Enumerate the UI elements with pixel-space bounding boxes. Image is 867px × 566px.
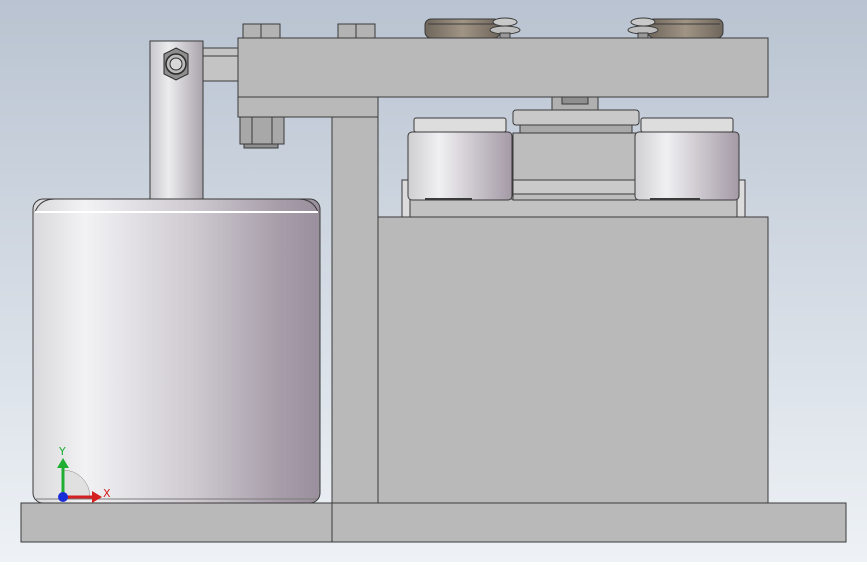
y-axis-label: Y bbox=[58, 445, 66, 458]
washer-left[interactable] bbox=[424, 18, 501, 39]
top-plate[interactable] bbox=[237, 37, 769, 98]
clamp-plate[interactable] bbox=[512, 109, 640, 126]
washer-right[interactable] bbox=[647, 18, 724, 39]
right-roller[interactable] bbox=[634, 117, 740, 201]
roller-base-strip bbox=[409, 198, 738, 218]
z-axis-dot bbox=[58, 492, 68, 502]
bracket-lower-arm[interactable] bbox=[237, 96, 379, 118]
large-cylinder[interactable] bbox=[32, 198, 321, 504]
left-roller[interactable] bbox=[407, 117, 513, 201]
center-nut bbox=[561, 96, 589, 105]
clamp-plate-lower bbox=[519, 124, 633, 134]
x-axis-label: X bbox=[103, 487, 111, 500]
post-clamp-arm[interactable] bbox=[202, 47, 239, 82]
lower-hex-nut[interactable] bbox=[239, 116, 285, 149]
cad-viewport[interactable]: Y X bbox=[0, 0, 867, 562]
bracket-web[interactable] bbox=[331, 116, 379, 504]
base-plate[interactable] bbox=[20, 502, 847, 543]
clamp-bolt[interactable] bbox=[163, 47, 189, 81]
housing-block[interactable] bbox=[377, 216, 769, 504]
center-carriage-slot bbox=[512, 179, 637, 195]
